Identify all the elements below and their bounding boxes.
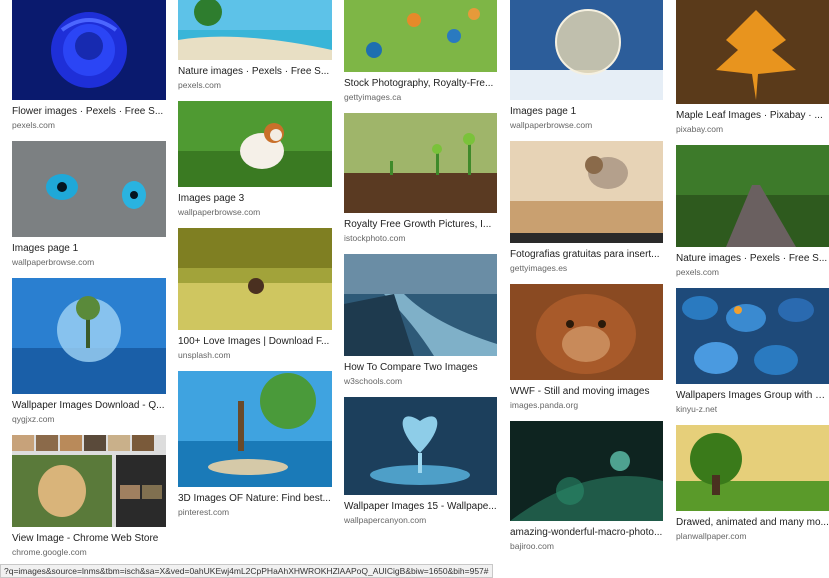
result-domain: images.panda.org <box>510 400 579 410</box>
result-card[interactable]: Wallpapers Images Group with 3... kinyu-… <box>676 288 829 415</box>
result-title[interactable]: Fotografias gratuitas para insert... <box>510 249 663 261</box>
result-title[interactable]: Maple Leaf Images · Pixabay · ... <box>676 110 829 122</box>
result-title[interactable]: Royalty Free Growth Pictures, I... <box>344 219 497 231</box>
result-card[interactable]: Images page 3 wallpaperbrowse.com <box>178 101 332 218</box>
result-card[interactable]: Nature images · Pexels · Free S... pexel… <box>178 0 332 91</box>
result-card[interactable]: Images page 1 wallpaperbrowse.com <box>510 0 663 131</box>
result-thumbnail[interactable] <box>676 288 829 384</box>
result-domain: wallpaperbrowse.com <box>510 120 593 130</box>
result-card[interactable]: Drawed, animated and many mo... planwall… <box>676 425 829 542</box>
result-card[interactable]: Fotografias gratuitas para insert... get… <box>510 141 663 274</box>
result-domain: gettyimages.es <box>510 263 568 273</box>
result-thumbnail[interactable] <box>12 0 166 100</box>
status-bar-url: ?q=images&source=lnms&tbm=isch&sa=X&ved=… <box>0 564 493 578</box>
result-card[interactable]: View Image - Chrome Web Store chrome.goo… <box>12 435 166 558</box>
result-card[interactable]: Wallpaper Images 15 - Wallpape... wallpa… <box>344 397 497 526</box>
result-card[interactable]: Images page 1 wallpaperbrowse.com <box>12 141 166 268</box>
result-title[interactable]: How To Compare Two Images <box>344 362 497 374</box>
result-title[interactable]: Images page 3 <box>178 193 332 205</box>
result-domain: gettyimages.ca <box>344 92 402 102</box>
result-card[interactable]: Stock Photography, Royalty-Fre... gettyi… <box>344 0 497 103</box>
result-thumbnail[interactable] <box>178 371 332 487</box>
result-domain: istockphoto.com <box>344 233 406 243</box>
result-domain: planwallpaper.com <box>676 531 747 541</box>
result-thumbnail[interactable] <box>12 435 166 527</box>
result-thumbnail[interactable] <box>344 254 497 356</box>
result-domain: pixabay.com <box>676 124 724 134</box>
result-domain: chrome.google.com <box>12 547 87 557</box>
result-domain: wallpaperbrowse.com <box>12 257 95 267</box>
result-title[interactable]: Nature images · Pexels · Free S... <box>178 66 332 78</box>
result-thumbnail[interactable] <box>344 397 497 495</box>
result-domain: unsplash.com <box>178 350 231 360</box>
result-thumbnail[interactable] <box>510 421 663 521</box>
result-domain: qygjxz.com <box>12 414 55 424</box>
result-card[interactable]: 100+ Love Images | Download F... unsplas… <box>178 228 332 361</box>
result-domain: pinterest.com <box>178 507 230 517</box>
result-title[interactable]: Wallpaper Images Download - Q... <box>12 400 166 412</box>
result-thumbnail[interactable] <box>178 101 332 187</box>
result-thumbnail[interactable] <box>12 278 166 394</box>
result-thumbnail[interactable] <box>344 113 497 213</box>
result-card[interactable]: Wallpaper Images Download - Q... qygjxz.… <box>12 278 166 425</box>
result-thumbnail[interactable] <box>344 0 497 72</box>
result-card[interactable]: WWF - Still and moving images images.pan… <box>510 284 663 411</box>
result-title[interactable]: Nature images · Pexels · Free S... <box>676 253 829 265</box>
result-domain: pexels.com <box>12 120 55 130</box>
result-thumbnail[interactable] <box>178 228 332 330</box>
result-card[interactable]: amazing-wonderful-macro-photo... bajiroo… <box>510 421 663 552</box>
result-domain: pexels.com <box>178 80 221 90</box>
result-thumbnail[interactable] <box>676 145 829 247</box>
result-thumbnail[interactable] <box>178 0 332 60</box>
result-thumbnail[interactable] <box>12 141 166 237</box>
result-thumbnail[interactable] <box>676 0 829 104</box>
result-thumbnail[interactable] <box>510 284 663 380</box>
result-title[interactable]: amazing-wonderful-macro-photo... <box>510 527 663 539</box>
result-thumbnail[interactable] <box>510 141 663 243</box>
result-title[interactable]: Wallpaper Images 15 - Wallpape... <box>344 501 497 513</box>
result-card[interactable]: Royalty Free Growth Pictures, I... istoc… <box>344 113 497 244</box>
result-title[interactable]: WWF - Still and moving images <box>510 386 663 398</box>
result-domain: bajiroo.com <box>510 541 554 551</box>
result-card[interactable]: Nature images · Pexels · Free S... pexel… <box>676 145 829 278</box>
result-title[interactable]: Images page 1 <box>510 106 663 118</box>
result-title[interactable]: Images page 1 <box>12 243 166 255</box>
result-title[interactable]: Flower images · Pexels · Free S... <box>12 106 166 118</box>
result-card[interactable]: How To Compare Two Images w3schools.com <box>344 254 497 387</box>
result-thumbnail[interactable] <box>676 425 829 511</box>
result-title[interactable]: Stock Photography, Royalty-Fre... <box>344 78 497 90</box>
result-title[interactable]: 100+ Love Images | Download F... <box>178 336 332 348</box>
result-card[interactable]: 3D Images OF Nature: Find best... pinter… <box>178 371 332 518</box>
result-title[interactable]: View Image - Chrome Web Store <box>12 533 166 545</box>
result-card[interactable]: Maple Leaf Images · Pixabay · ... pixaba… <box>676 0 829 135</box>
result-domain: pexels.com <box>676 267 719 277</box>
result-domain: w3schools.com <box>344 376 403 386</box>
result-card[interactable]: Flower images · Pexels · Free S... pexel… <box>12 0 166 131</box>
result-title[interactable]: Wallpapers Images Group with 3... <box>676 390 829 402</box>
result-title[interactable]: Drawed, animated and many mo... <box>676 517 829 529</box>
result-title[interactable]: 3D Images OF Nature: Find best... <box>178 493 332 505</box>
result-domain: kinyu-z.net <box>676 404 718 414</box>
result-thumbnail[interactable] <box>510 0 663 100</box>
result-domain: wallpapercanyon.com <box>344 515 427 525</box>
result-domain: wallpaperbrowse.com <box>178 207 261 217</box>
